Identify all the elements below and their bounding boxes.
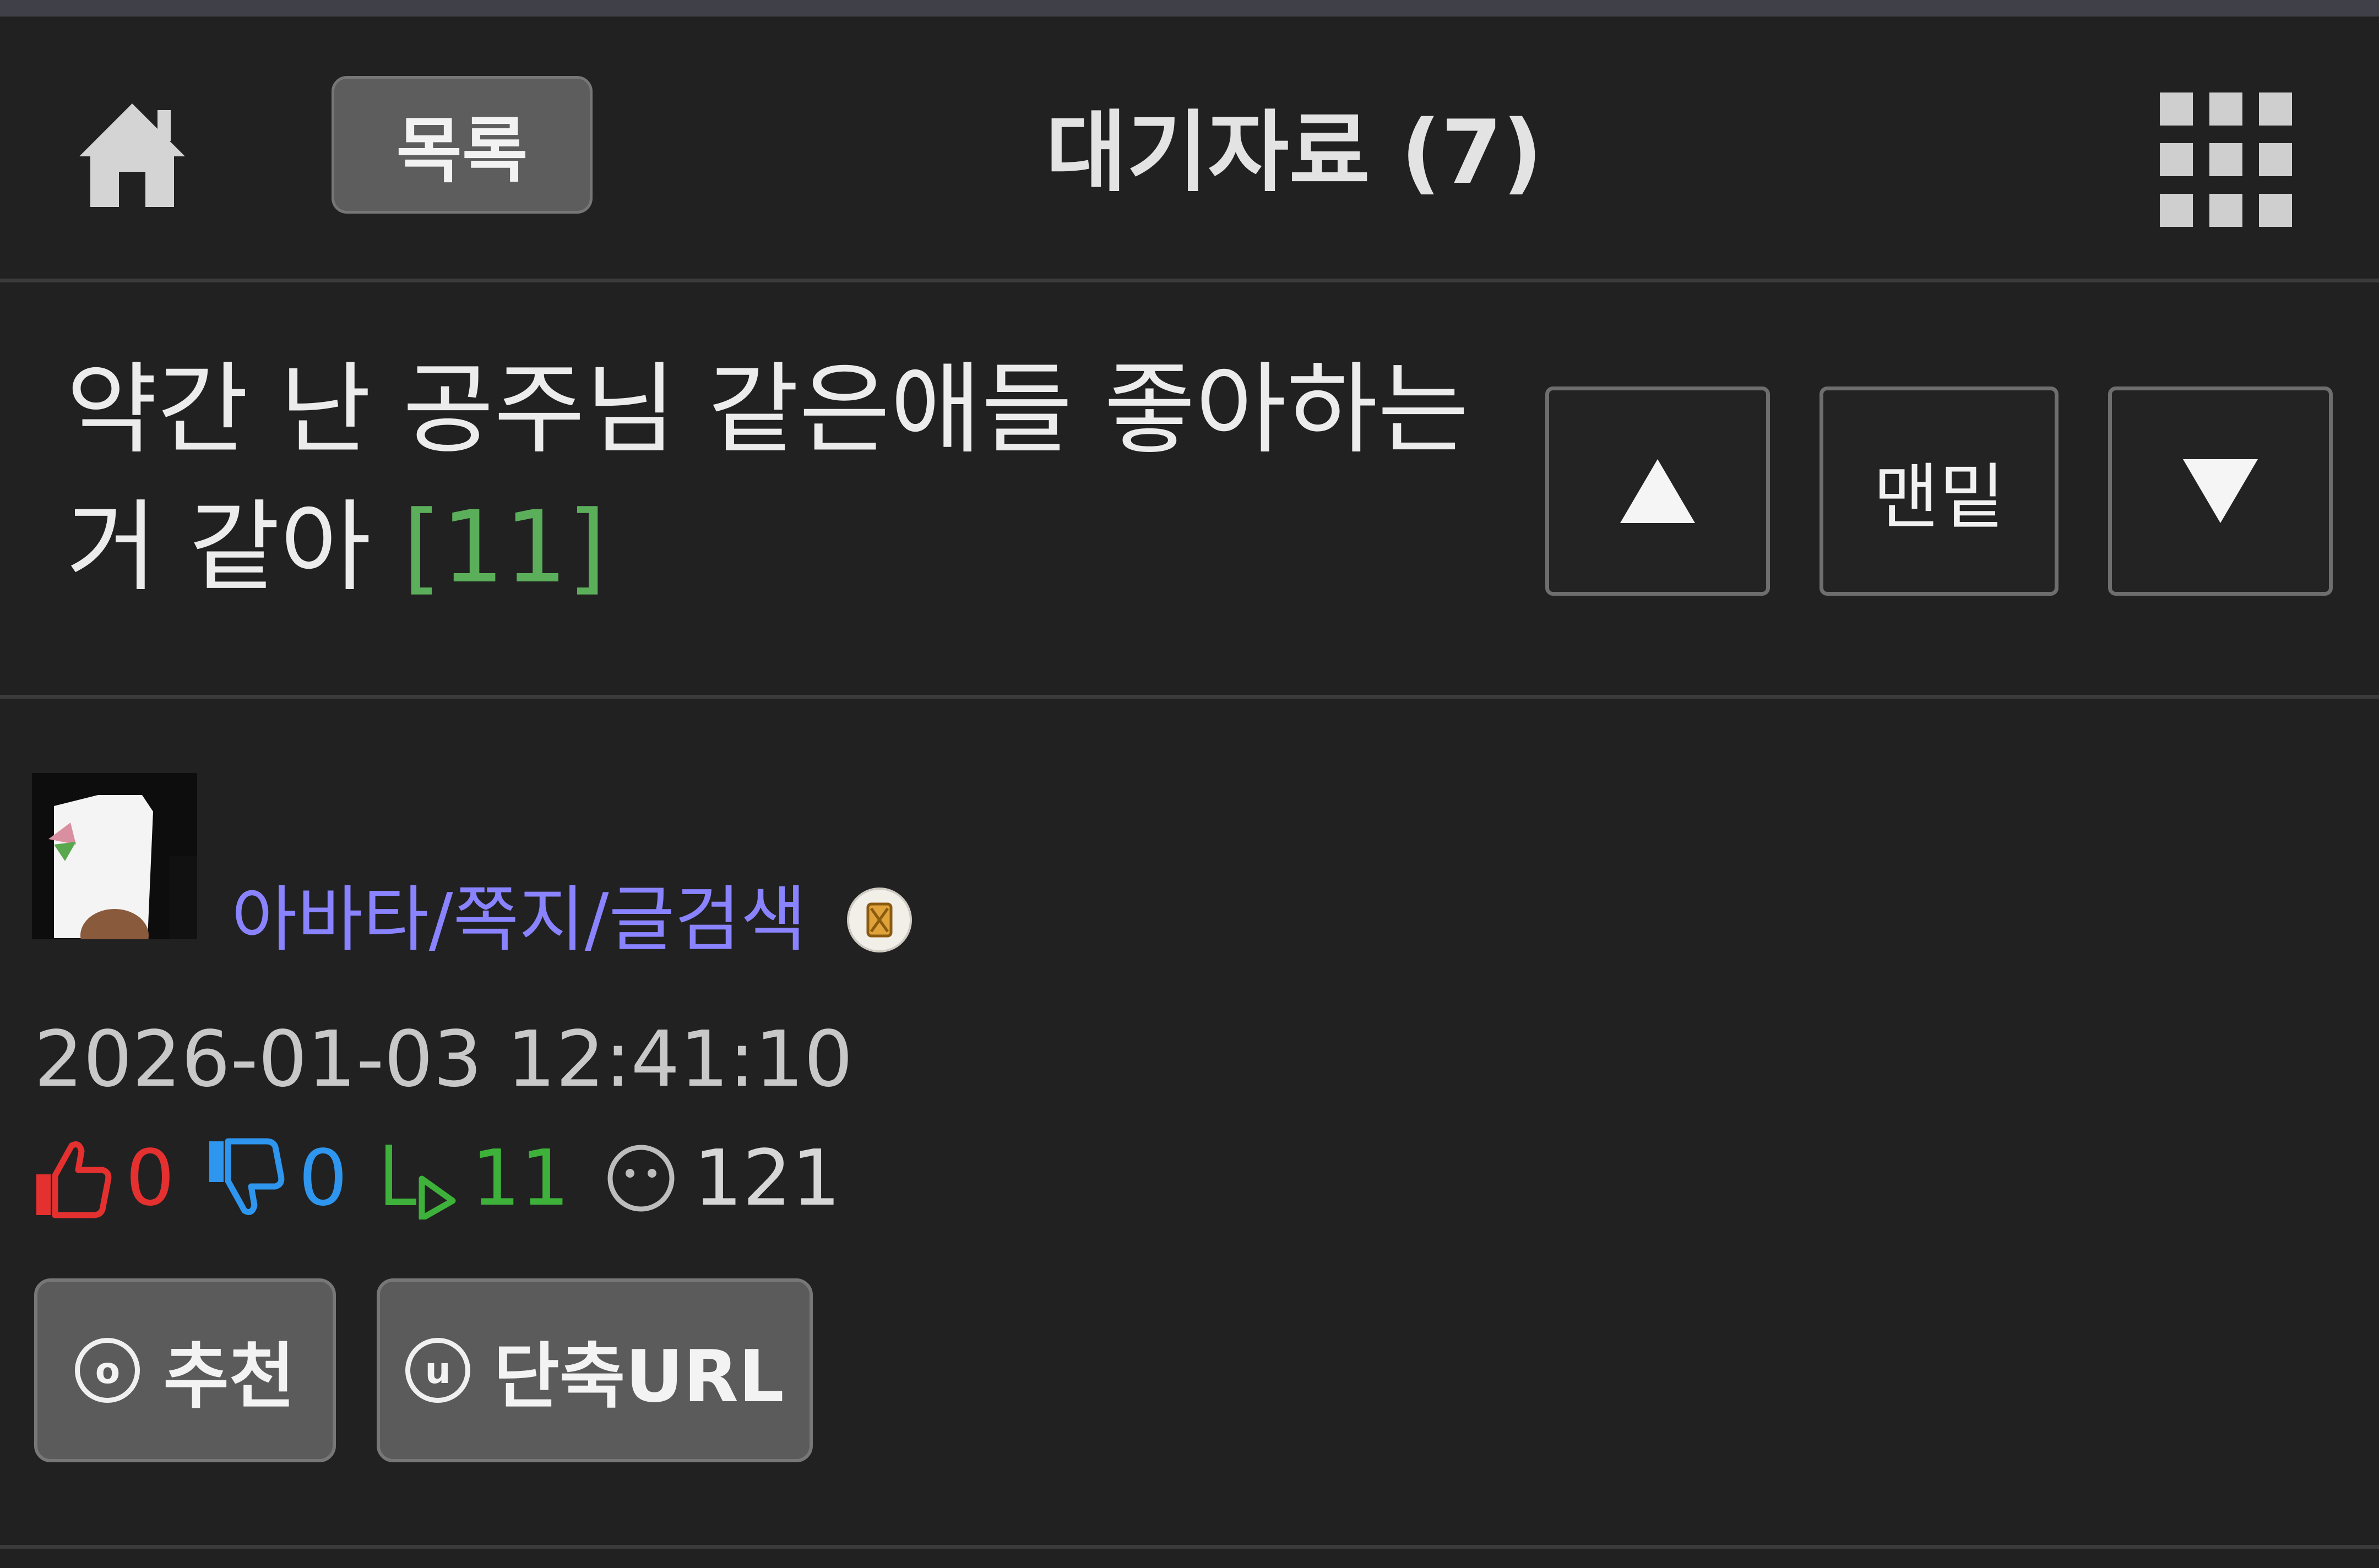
thumbs-up-icon[interactable] bbox=[32, 1137, 115, 1219]
page-header: 목록 대기자료 (7) bbox=[0, 17, 2379, 280]
author-links[interactable]: 아바타/쪽지/글검색 bbox=[231, 870, 806, 969]
scroll-up-button[interactable] bbox=[1545, 386, 1770, 596]
triangle-up-icon bbox=[1620, 459, 1695, 523]
title-divider bbox=[0, 695, 2379, 699]
home-icon bbox=[79, 104, 185, 207]
scroll-bottom-button[interactable]: 맨밑 bbox=[1819, 386, 2058, 596]
view-count: 121 bbox=[693, 1133, 841, 1223]
page-title: 대기자료 (7) bbox=[1045, 101, 1543, 204]
reply-count: 11 bbox=[471, 1133, 570, 1223]
post-title-text: 약간 난 공주님 같은애들 좋아하는거 같아 bbox=[66, 352, 1469, 605]
grid-menu-button[interactable] bbox=[2160, 92, 2292, 227]
avatar-image bbox=[32, 773, 197, 939]
post-title: 약간 난 공주님 같은애들 좋아하는거 같아 [11] bbox=[66, 341, 1498, 617]
level-badge-icon bbox=[866, 902, 893, 938]
scroll-down-button[interactable] bbox=[2108, 386, 2333, 596]
header-divider bbox=[0, 279, 2379, 282]
recommend-label: 추천 bbox=[163, 1335, 295, 1418]
shortcut-key-o: o bbox=[75, 1338, 140, 1403]
thumbs-down-icon[interactable] bbox=[205, 1137, 287, 1219]
triangle-down-icon bbox=[2183, 459, 2258, 523]
shortcut-key-u: u bbox=[405, 1338, 471, 1403]
grid-menu-icon bbox=[2160, 92, 2193, 126]
list-button[interactable]: 목록 bbox=[332, 76, 593, 214]
post-date: 2026-01-03 12:41:10 bbox=[34, 1015, 853, 1104]
level-badge bbox=[847, 888, 912, 952]
top-border bbox=[0, 0, 2379, 17]
like-count: 0 bbox=[126, 1133, 175, 1223]
home-button[interactable] bbox=[77, 99, 187, 209]
recommend-button[interactable]: o 추천 bbox=[34, 1278, 336, 1462]
avatar[interactable] bbox=[32, 773, 197, 939]
short-url-label: 단축URL bbox=[493, 1335, 784, 1418]
scroll-bottom-label: 맨밑 bbox=[1873, 455, 2005, 539]
view-count-icon bbox=[607, 1145, 675, 1212]
reply-arrow-icon bbox=[385, 1145, 456, 1219]
bottom-divider bbox=[0, 1545, 2379, 1549]
dislike-count: 0 bbox=[298, 1133, 348, 1223]
comment-count[interactable]: [11] bbox=[403, 490, 606, 605]
post-stats: 0 0 11 121 bbox=[32, 1129, 871, 1228]
short-url-button[interactable]: u 단축URL bbox=[377, 1278, 813, 1462]
